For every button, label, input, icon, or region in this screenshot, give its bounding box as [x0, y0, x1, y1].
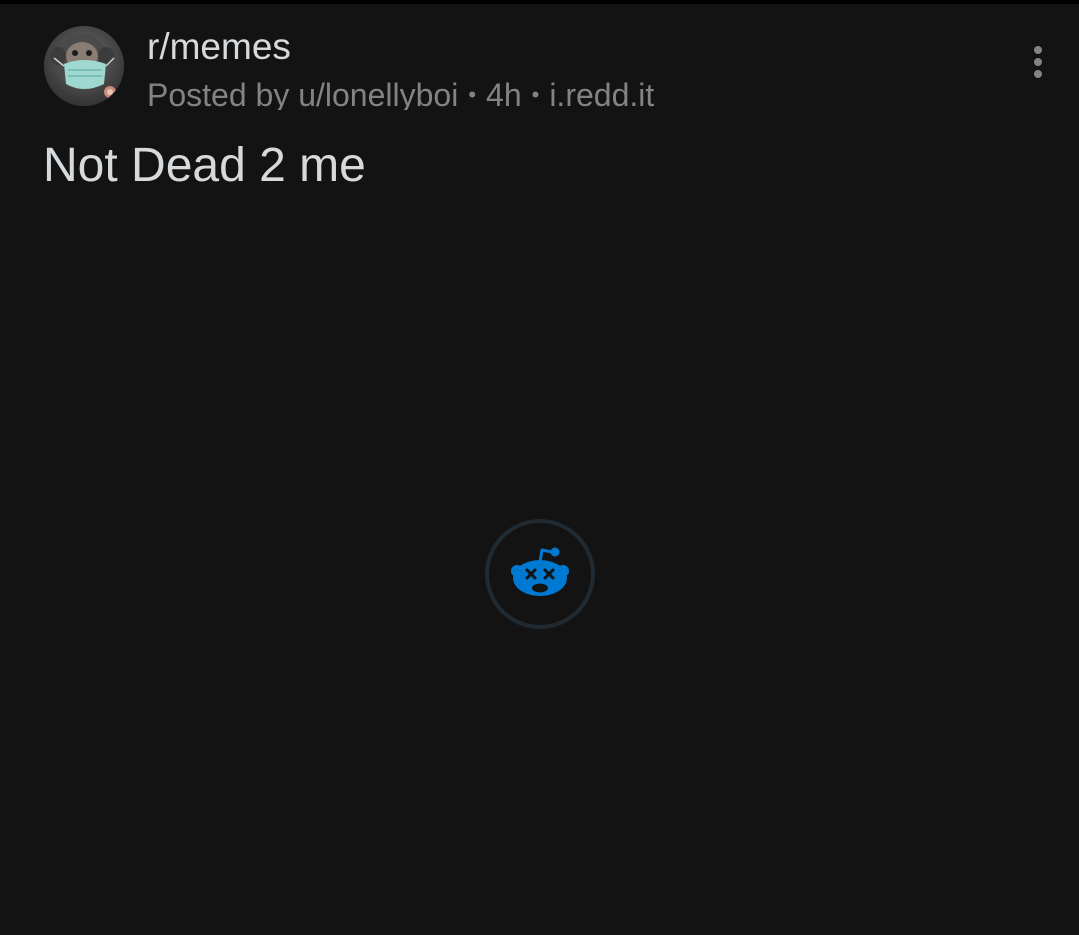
post-title[interactable]: Not Dead 2 me	[43, 138, 366, 194]
reddit-snoo-loading-icon	[485, 519, 595, 629]
meta-separator: •	[531, 82, 540, 107]
more-vertical-icon	[1034, 46, 1042, 78]
posted-by-user[interactable]: Posted by u/lonellyboi	[147, 77, 458, 110]
media-loading-indicator	[484, 518, 596, 630]
subreddit-name[interactable]: r/memes	[147, 26, 291, 68]
post-domain[interactable]: i.redd.it	[549, 77, 654, 110]
meta-separator: •	[468, 82, 477, 107]
post-age: 4h	[486, 77, 522, 110]
post-header: r/memes Posted by u/lonellyboi • 4h • i.redd…	[0, 4, 1079, 114]
post-meta: Posted by u/lonellyboi • 4h • i.redd.it	[147, 74, 654, 110]
subreddit-avatar[interactable]	[44, 26, 124, 106]
post-media-area[interactable]	[0, 220, 1079, 935]
monkey-avatar-icon	[44, 26, 124, 106]
overflow-menu-button[interactable]	[1018, 40, 1058, 84]
